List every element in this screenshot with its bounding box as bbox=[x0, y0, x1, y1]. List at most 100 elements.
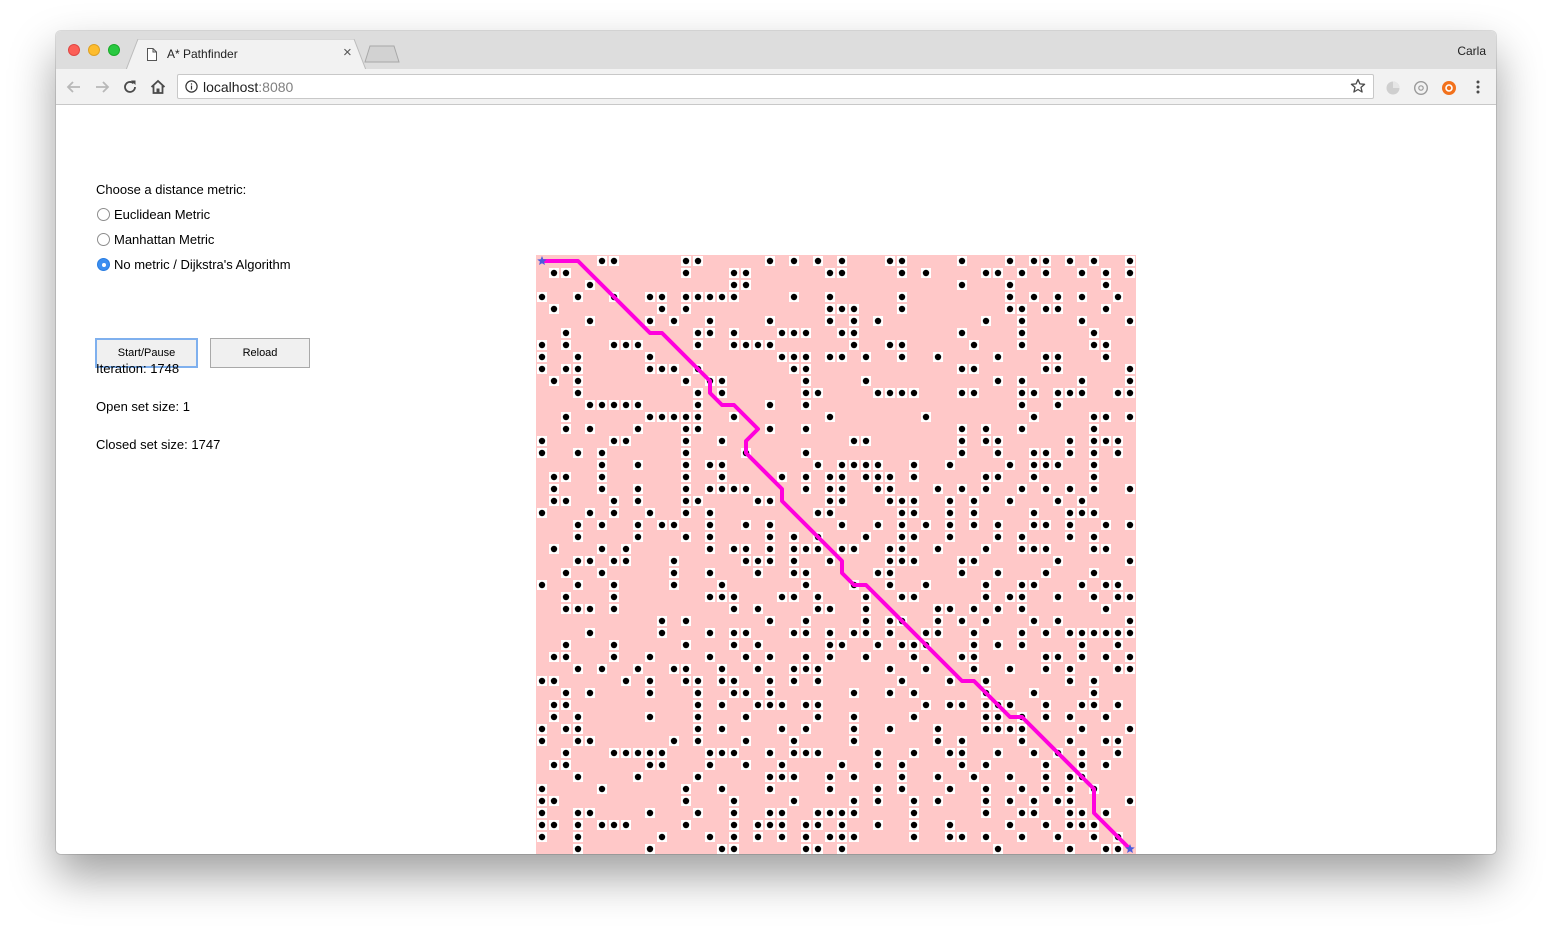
wall-dot bbox=[682, 797, 690, 805]
radio-dijkstra-label[interactable]: No metric / Dijkstra's Algorithm bbox=[114, 257, 291, 272]
wall-dot bbox=[682, 413, 690, 421]
wall-dot bbox=[1018, 533, 1026, 541]
wall-dot bbox=[658, 305, 666, 313]
wall-dot bbox=[886, 725, 894, 733]
wall-dot bbox=[562, 341, 570, 349]
radio-euclidean-button[interactable] bbox=[97, 208, 110, 221]
wall-dot bbox=[670, 521, 678, 529]
wall-dot bbox=[898, 269, 906, 277]
wall-dot bbox=[1042, 305, 1050, 313]
wall-dot bbox=[754, 569, 762, 577]
wall-dot bbox=[574, 449, 582, 457]
url-text[interactable]: localhost:8080 bbox=[203, 79, 293, 95]
extension-grey-icon[interactable] bbox=[1385, 80, 1401, 96]
wall-dot bbox=[598, 521, 606, 529]
wall-dot bbox=[682, 269, 690, 277]
reload-icon[interactable] bbox=[121, 78, 139, 96]
wall-dot bbox=[850, 629, 858, 637]
wall-dot bbox=[1054, 833, 1062, 841]
wall-dot bbox=[1018, 593, 1026, 601]
wall-dot bbox=[1078, 749, 1086, 757]
wall-dot bbox=[1018, 329, 1026, 337]
wall-dot bbox=[718, 665, 726, 673]
wall-dot bbox=[982, 617, 990, 625]
wall-dot bbox=[1018, 641, 1026, 649]
wall-dot bbox=[1102, 545, 1110, 553]
profile-name[interactable]: Carla bbox=[1457, 44, 1486, 58]
wall-dot bbox=[814, 809, 822, 817]
wall-dot bbox=[1114, 293, 1122, 301]
wall-dot bbox=[1078, 653, 1086, 661]
wall-dot bbox=[694, 773, 702, 781]
wall-dot bbox=[646, 809, 654, 817]
extension-orange-icon[interactable] bbox=[1441, 80, 1457, 96]
wall-dot bbox=[682, 485, 690, 493]
wall-dot bbox=[1030, 461, 1038, 469]
home-icon[interactable] bbox=[149, 78, 167, 96]
wall-dot bbox=[970, 773, 978, 781]
radio-manhattan-button[interactable] bbox=[97, 233, 110, 246]
wall-dot bbox=[646, 845, 654, 853]
wall-dot bbox=[1066, 449, 1074, 457]
wall-dot bbox=[1006, 773, 1014, 781]
wall-dot bbox=[1102, 341, 1110, 349]
bookmark-star-icon[interactable] bbox=[1350, 78, 1366, 94]
wall-dot bbox=[694, 689, 702, 697]
extension-ring-icon[interactable] bbox=[1413, 80, 1429, 96]
wall-dot bbox=[886, 545, 894, 553]
wall-dot bbox=[634, 341, 642, 349]
minimize-window-button[interactable] bbox=[88, 44, 100, 56]
close-window-button[interactable] bbox=[68, 44, 80, 56]
wall-dot bbox=[646, 653, 654, 661]
wall-dot bbox=[898, 293, 906, 301]
radio-dijkstra-button[interactable] bbox=[97, 258, 110, 271]
new-tab-button[interactable] bbox=[364, 45, 400, 63]
wall-dot bbox=[574, 833, 582, 841]
wall-dot bbox=[754, 605, 762, 613]
closed-set-size: Closed set size: 1747 bbox=[96, 437, 221, 452]
wall-dot bbox=[1066, 809, 1074, 817]
wall-dot bbox=[1042, 521, 1050, 529]
site-info-icon[interactable] bbox=[185, 80, 198, 93]
wall-dot bbox=[730, 797, 738, 805]
forward-arrow-icon[interactable] bbox=[93, 78, 111, 96]
wall-dot bbox=[1078, 269, 1086, 277]
wall-dot bbox=[910, 593, 918, 601]
wall-dot bbox=[934, 617, 942, 625]
wall-dot bbox=[802, 725, 810, 733]
wall-dot bbox=[1090, 473, 1098, 481]
wall-dot bbox=[1114, 641, 1122, 649]
wall-dot bbox=[574, 845, 582, 853]
wall-dot bbox=[1114, 581, 1122, 589]
wall-dot bbox=[1030, 413, 1038, 421]
grid-canvas[interactable] bbox=[536, 255, 1136, 854]
wall-dot bbox=[778, 473, 786, 481]
pathfinder-grid[interactable] bbox=[536, 255, 1136, 854]
wall-dot bbox=[922, 521, 930, 529]
reload-button[interactable]: Reload bbox=[210, 338, 310, 368]
radio-manhattan-label[interactable]: Manhattan Metric bbox=[114, 232, 214, 247]
wall-dot bbox=[1042, 365, 1050, 373]
wall-dot bbox=[658, 617, 666, 625]
wall-dot bbox=[730, 629, 738, 637]
zoom-window-button[interactable] bbox=[108, 44, 120, 56]
wall-dot bbox=[622, 341, 630, 349]
wall-dot bbox=[754, 341, 762, 349]
wall-dot bbox=[946, 833, 954, 841]
browser-menu-icon[interactable] bbox=[1474, 79, 1482, 95]
back-arrow-icon[interactable] bbox=[65, 78, 83, 96]
active-tab[interactable] bbox=[126, 39, 366, 70]
tab-close-icon[interactable]: × bbox=[343, 45, 352, 61]
radio-euclidean-label[interactable]: Euclidean Metric bbox=[114, 207, 210, 222]
wall-dot bbox=[754, 641, 762, 649]
wall-dot bbox=[550, 305, 558, 313]
wall-dot bbox=[1090, 533, 1098, 541]
wall-dot bbox=[706, 461, 714, 469]
wall-dot bbox=[850, 437, 858, 445]
wall-dot bbox=[994, 845, 1002, 853]
wall-dot bbox=[958, 569, 966, 577]
address-bar[interactable]: localhost:8080 bbox=[177, 74, 1374, 99]
wall-dot bbox=[946, 533, 954, 541]
wall-dot bbox=[634, 665, 642, 673]
wall-dot bbox=[1030, 797, 1038, 805]
